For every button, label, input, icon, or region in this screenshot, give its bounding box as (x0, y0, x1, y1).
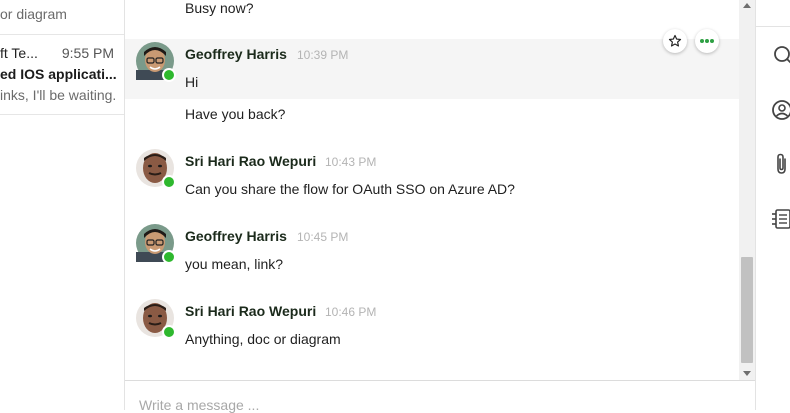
notes-icon (772, 209, 790, 229)
message-text: Can you share the flow for OAuth SSO on … (185, 181, 515, 197)
avatar[interactable] (136, 42, 176, 82)
online-status-dot (162, 325, 176, 339)
message-text: Busy now? (185, 0, 254, 16)
conversation-name: ft Te... (0, 45, 38, 61)
message-time: 10:46 PM (325, 305, 377, 319)
attachment-button[interactable] (770, 152, 790, 176)
contact-icon (772, 100, 790, 120)
conversation-subject: ed IOS applicati... (0, 66, 117, 82)
more-options-button[interactable] (695, 29, 719, 53)
message-actions (663, 29, 719, 53)
notes-button[interactable] (770, 207, 790, 231)
sender-name[interactable]: Geoffrey Harris (185, 228, 287, 244)
avatar[interactable] (136, 149, 176, 189)
sender-name[interactable]: Sri Hari Rao Wepuri (185, 303, 316, 319)
conversation-item-previous[interactable]: or diagram (0, 0, 124, 35)
message-input[interactable] (139, 397, 699, 413)
message-group[interactable]: Geoffrey Harris 10:39 PM Hi (125, 29, 739, 99)
star-icon (668, 34, 682, 47)
more-options-icon (700, 39, 714, 43)
contact-button[interactable] (770, 98, 790, 122)
scrollbar-thumb[interactable] (741, 257, 753, 363)
message-group[interactable]: Sri Hari Rao Wepuri 10:46 PM Anything, d… (125, 299, 739, 347)
online-status-dot (162, 68, 176, 82)
message-time: 10:43 PM (325, 155, 377, 169)
star-button[interactable] (663, 29, 687, 53)
online-status-dot (162, 250, 176, 264)
sender-name[interactable]: Geoffrey Harris (185, 46, 287, 62)
message-group[interactable]: Sri Hari Rao Wepuri 10:43 PM Can you sha… (125, 149, 739, 197)
message-text: Have you back? (185, 106, 286, 122)
message-text: Hi (185, 74, 199, 90)
conversation-list: or diagram ft Te... 9:55 PM ed IOS appli… (0, 0, 125, 410)
message-text: Anything, doc or diagram (185, 331, 341, 347)
message-list[interactable]: Busy now? Geoffrey Harris 10:39 PM Hi Ha… (125, 0, 739, 380)
search-button[interactable] (770, 43, 790, 67)
scroll-down-arrow-icon[interactable] (743, 371, 751, 376)
message-text: you mean, link? (185, 256, 284, 272)
avatar[interactable] (136, 224, 176, 264)
message-composer (125, 380, 755, 413)
message-group[interactable]: Geoffrey Harris 10:45 PM you mean, link? (125, 224, 739, 272)
online-status-dot (162, 175, 176, 189)
search-icon (774, 46, 790, 64)
conversation-item[interactable]: ft Te... 9:55 PM ed IOS applicati... ink… (0, 35, 124, 115)
right-tool-rail (755, 0, 790, 410)
chat-panel: Busy now? Geoffrey Harris 10:39 PM Hi Ha… (125, 0, 755, 413)
message-time: 10:45 PM (297, 230, 349, 244)
attachment-icon (777, 153, 786, 174)
conversation-preview: inks, I'll be waiting. (0, 87, 117, 103)
scroll-up-arrow-icon[interactable] (743, 3, 751, 8)
conversation-preview-snippet: or diagram (0, 6, 67, 22)
rail-divider (756, 26, 790, 27)
sender-name[interactable]: Sri Hari Rao Wepuri (185, 153, 316, 169)
avatar[interactable] (136, 299, 176, 339)
message-time: 10:39 PM (297, 48, 349, 62)
message-list-scrollbar[interactable] (739, 0, 755, 380)
conversation-time: 9:55 PM (61, 45, 114, 61)
